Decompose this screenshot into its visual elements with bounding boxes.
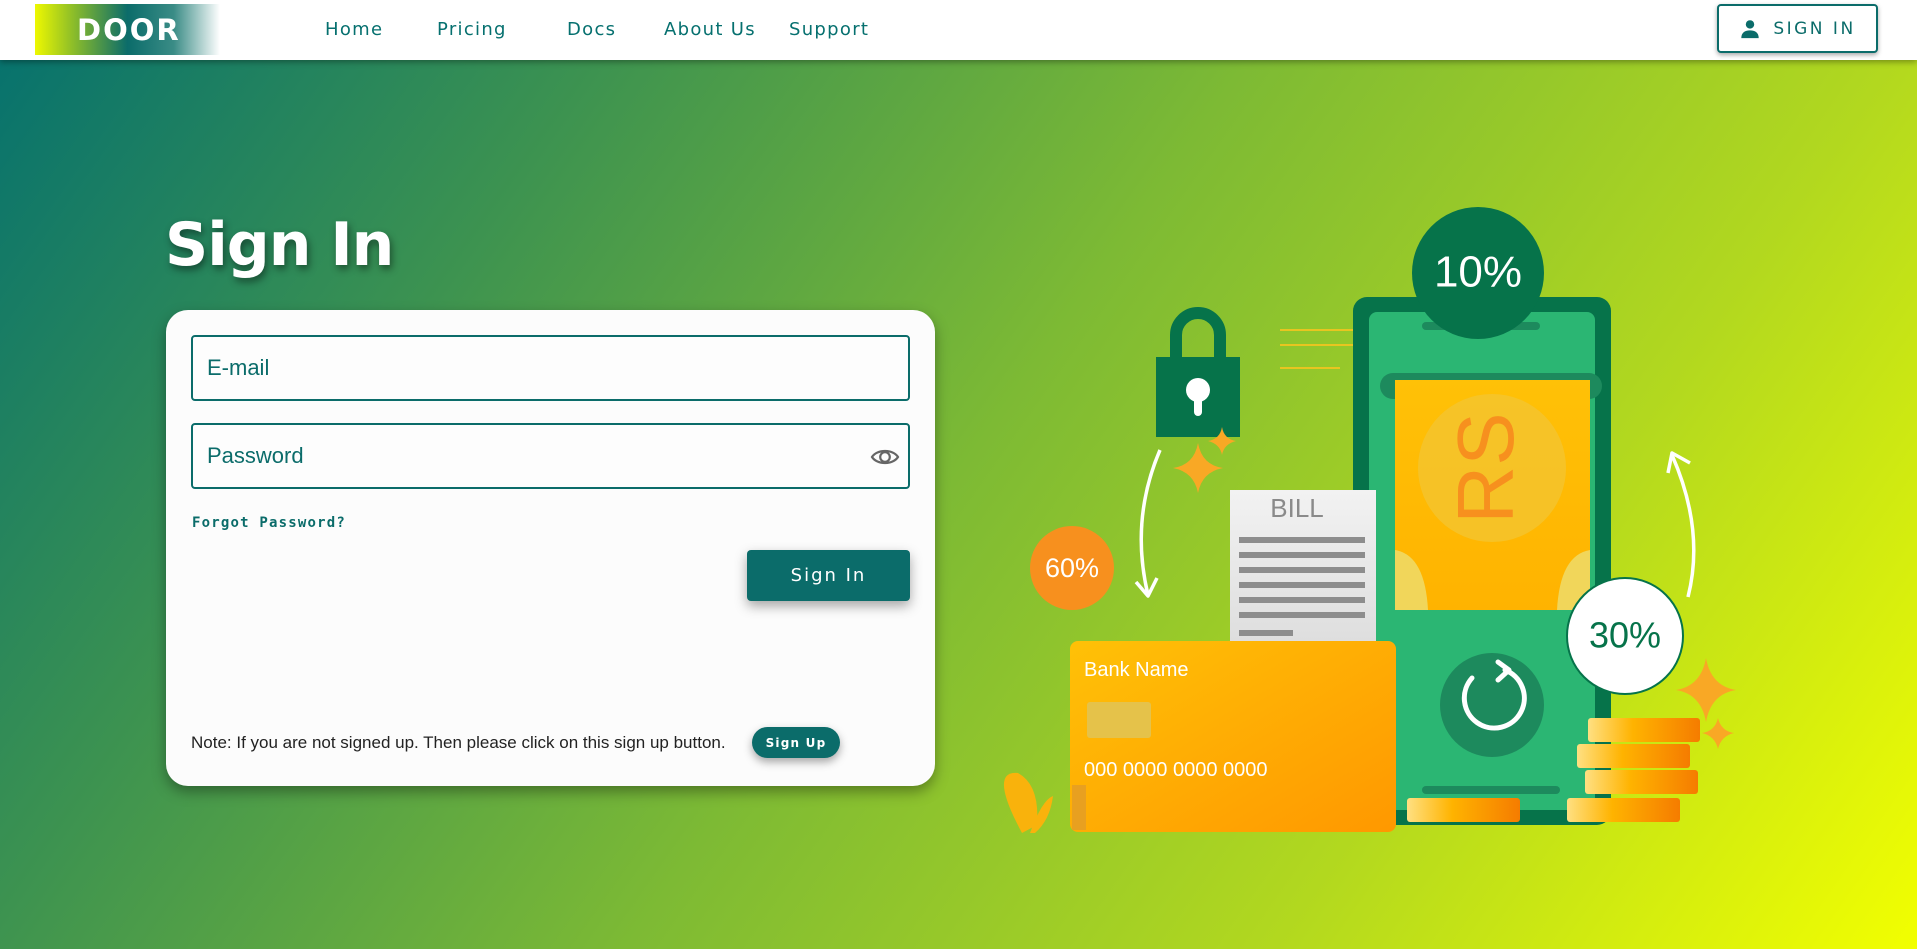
forgot-password-link[interactable]: Forgot Password? — [192, 515, 346, 531]
password-field — [191, 423, 910, 489]
eye-icon[interactable] — [870, 442, 900, 472]
nav-link-pricing[interactable]: Pricing — [437, 19, 507, 40]
signup-note: Note: If you are not signed up. Then ple… — [191, 733, 726, 752]
padlock-icon — [1156, 307, 1240, 437]
card-number: 000 0000 0000 0000 — [1084, 759, 1268, 781]
password-input[interactable] — [193, 425, 908, 487]
person-icon — [1741, 19, 1760, 38]
nav-link-about-us[interactable]: About Us — [664, 19, 756, 40]
logo-text: DOOR — [77, 12, 181, 47]
money-note: RS — [1395, 380, 1590, 610]
nav-link-support[interactable]: Support — [789, 19, 869, 40]
bill-label: BILL — [1270, 493, 1324, 523]
sign-in-card: Forgot Password? Sign In Note: If you ar… — [166, 310, 935, 786]
header-sign-in-label: SIGN IN — [1773, 18, 1856, 39]
badge-30-text: 30% — [1589, 615, 1661, 656]
header-sign-in-button[interactable]: SIGN IN — [1717, 4, 1878, 53]
payment-illustration: RS 10% 60% BILL Bank Name 000 0000 0000 … — [1003, 207, 1736, 833]
sign-in-button[interactable]: Sign In — [747, 550, 910, 601]
note-symbol: RS — [1441, 412, 1530, 523]
badge-30-percent: 30% — [1566, 577, 1684, 695]
email-input[interactable] — [193, 337, 908, 399]
bank-card: Bank Name 000 0000 0000 0000 — [1070, 641, 1396, 832]
page-title: Sign In — [165, 210, 394, 280]
card-bank-name: Bank Name — [1084, 659, 1189, 681]
badge-60-text: 60% — [1045, 553, 1099, 583]
leaf-decoration — [1003, 772, 1053, 833]
nav-link-docs[interactable]: Docs — [567, 19, 616, 40]
email-field — [191, 335, 910, 401]
top-navbar: DOOR Home Pricing Docs About Us Support … — [0, 0, 1917, 60]
badge-10-percent: 10% — [1412, 207, 1544, 339]
logo[interactable]: DOOR — [35, 4, 220, 55]
badge-60-percent: 60% — [1030, 526, 1114, 610]
badge-10-text: 10% — [1434, 248, 1522, 297]
nav-link-home[interactable]: Home — [325, 19, 383, 40]
sign-up-button[interactable]: Sign Up — [752, 727, 840, 758]
